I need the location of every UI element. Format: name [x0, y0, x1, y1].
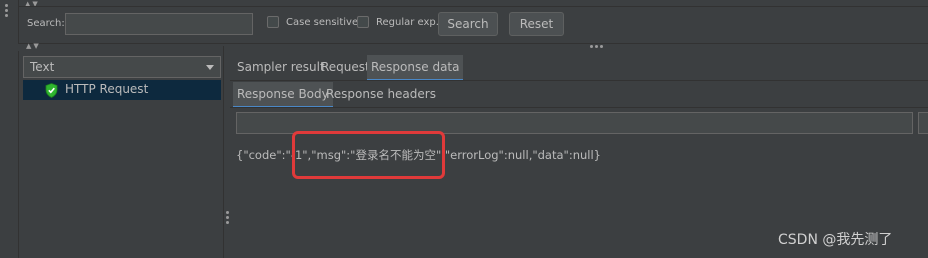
drag-handle-icon[interactable] — [5, 4, 9, 18]
search-input[interactable] — [65, 13, 253, 35]
tab-request[interactable]: Request — [317, 55, 374, 79]
shield-check-icon — [45, 83, 58, 98]
regex-label: Regular exp. — [376, 17, 439, 28]
tab-response-data[interactable]: Response data — [367, 55, 464, 81]
case-sensitive-label: Case sensitive — [286, 17, 359, 28]
reset-button[interactable]: Reset — [509, 12, 564, 36]
tab-response-body[interactable]: Response Body — [233, 82, 333, 108]
renderer-select-value: Text — [30, 60, 55, 74]
case-sensitive-checkbox[interactable] — [267, 16, 279, 28]
search-label: Search: — [27, 18, 65, 29]
splitter-dots-icon — [226, 211, 229, 224]
horizontal-splitter[interactable]: ▲▼ — [18, 42, 928, 51]
tree-row-http-request[interactable]: HTTP Request — [23, 80, 221, 100]
renderer-select[interactable]: Text — [23, 56, 221, 78]
vertical-splitter[interactable] — [223, 46, 231, 258]
chevron-down-icon[interactable] — [206, 65, 214, 70]
highlight-box — [292, 131, 445, 179]
results-tree: HTTP Request — [23, 80, 221, 258]
tab-sampler-result[interactable]: Sampler result — [233, 55, 329, 79]
regex-checkbox[interactable] — [357, 16, 369, 28]
tab-response-headers[interactable]: Response headers — [322, 82, 440, 106]
splitter-arrows-icon[interactable]: ▲▼ — [26, 42, 41, 50]
left-toolbar-strip — [0, 0, 19, 258]
watermark: CSDN @我先测了 — [778, 232, 893, 248]
search-button[interactable]: Search — [438, 12, 498, 36]
tree-item-label: HTTP Request — [65, 82, 149, 96]
response-field-button[interactable] — [918, 112, 928, 134]
splitter-dots-icon — [590, 45, 603, 48]
